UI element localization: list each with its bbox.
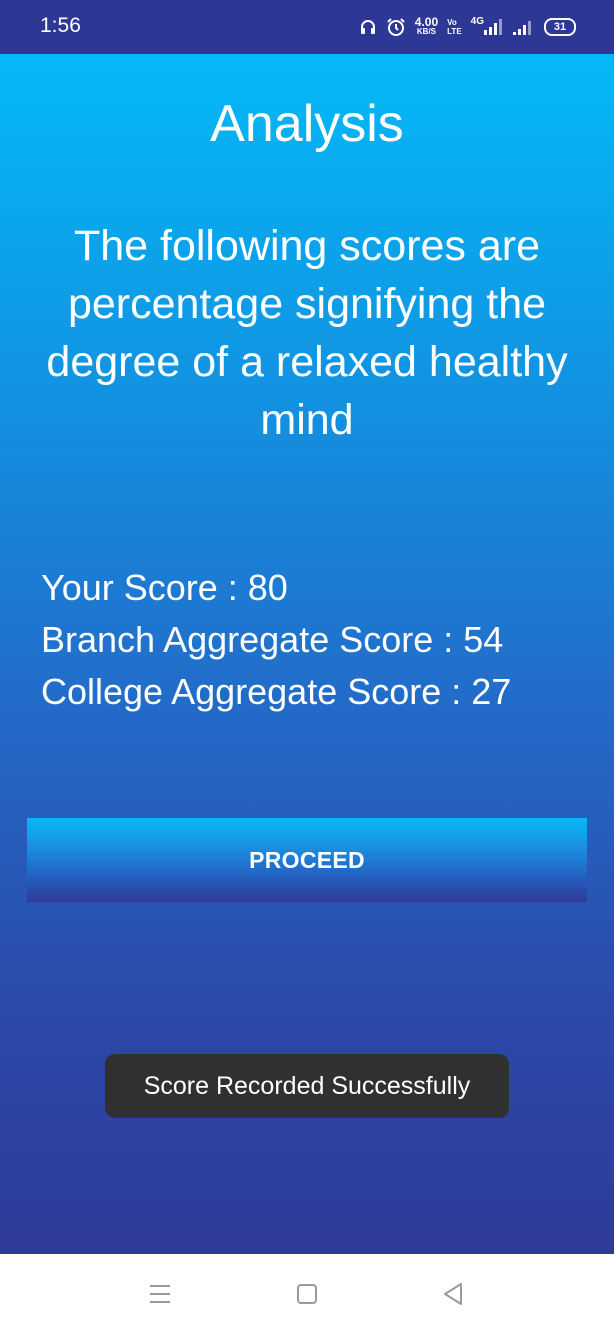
status-bar: 1:56 4.00 KB/S Vo LTE 4G 31 [0,0,614,54]
your-score: Your Score : 80 [41,567,288,608]
volte-bottom: LTE [447,27,462,36]
analysis-screen: Analysis The following scores are percen… [0,54,614,1254]
alarm-icon [386,17,406,37]
page-title: Analysis [210,95,404,153]
college-aggregate-score: College Aggregate Score : 27 [41,671,512,712]
back-icon[interactable] [437,1278,469,1310]
network-speed: 4.00 KB/S [414,15,439,36]
signal-4g-icon: 4G [470,15,504,35]
proceed-button[interactable]: PROCEED [27,818,587,902]
status-time: 1:56 [40,14,81,37]
status-icons: 4.00 KB/S Vo LTE 4G 31 [359,14,576,40]
home-icon[interactable] [291,1278,323,1310]
branch-aggregate-score: Branch Aggregate Score : 54 [41,619,504,660]
network-type: 4G [470,15,484,27]
volte-top: Vo [447,18,457,27]
battery-level: 31 [553,21,567,33]
toast-text: Score Recorded Successfully [143,1071,471,1100]
navigation-bar [0,1254,614,1330]
page-description: The following scores are percentage sign… [46,222,568,444]
menu-icon[interactable] [144,1278,176,1310]
toast-message: Score Recorded Successfully [105,1054,509,1118]
speed-unit: KB/S [416,27,437,36]
signal-icon [513,19,535,35]
volte-indicator: Vo LTE [447,18,462,36]
battery-icon: 31 [544,18,576,36]
headphones-icon [359,18,377,36]
speed-value: 4.00 [414,15,439,29]
proceed-label: PROCEED [249,846,365,873]
scores-list: Your Score : 80 Branch Aggregate Score :… [41,562,511,718]
